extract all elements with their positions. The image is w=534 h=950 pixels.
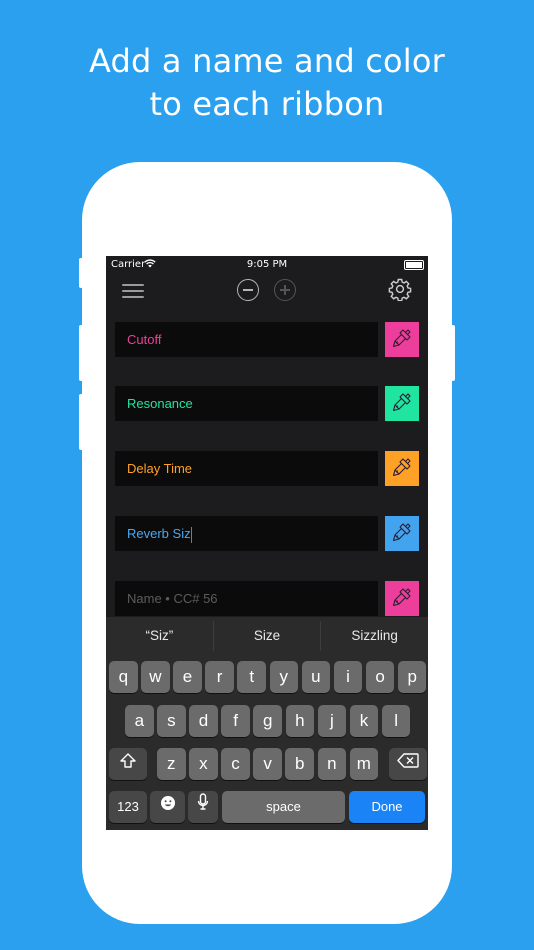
status-bar: Carrier 9:05 PM [106,256,428,274]
key-m[interactable]: m [349,748,379,780]
color-swatch-button[interactable] [385,386,419,421]
suggestion-bar: “Siz” Size Sizzling [106,617,428,655]
phone-mute-switch [79,258,83,288]
suggestion-item[interactable]: Size [214,617,321,655]
gear-icon[interactable] [388,277,412,302]
key-d[interactable]: d [189,705,218,737]
suggestion-item[interactable]: Sizzling [321,617,428,655]
key-w[interactable]: w [141,661,170,693]
toolbar [106,276,428,304]
key-p[interactable]: p [397,661,427,693]
emoji-key[interactable] [150,791,185,823]
key-x[interactable]: x [189,748,218,780]
microphone-key[interactable] [188,791,218,823]
hamburger-menu-icon[interactable] [122,280,144,300]
key-j[interactable]: j [317,705,347,737]
paint-brush-icon [390,585,414,613]
battery-icon [404,260,424,270]
key-y[interactable]: y [269,661,299,693]
color-swatch-button[interactable] [385,516,419,551]
status-time: 9:05 PM [246,259,288,270]
key-z[interactable]: z [157,748,186,780]
key-a[interactable]: a [125,705,154,737]
space-key[interactable]: space [222,791,345,823]
color-swatch-button[interactable] [385,322,419,357]
ribbon-row: Delay Time [115,451,419,486]
ribbon-row: Cutoff [115,322,419,357]
key-b[interactable]: b [285,748,314,780]
key-r[interactable]: r [205,661,234,693]
keyboard: “Siz” Size Sizzling qwertyuiop asdfghjkl z… [106,617,428,830]
key-c[interactable]: c [221,748,250,780]
key-h[interactable]: h [285,705,315,737]
app-screen: Carrier 9:05 PM Cutoff Resonance Delay T… [106,256,428,830]
ribbon-row: Name • CC# 56 [115,581,419,616]
text-cursor [190,526,193,543]
key-i[interactable]: i [333,661,363,693]
ribbon-name-input[interactable]: Delay Time [115,451,378,486]
key-q[interactable]: q [109,661,138,693]
backspace-key[interactable] [389,748,427,780]
minus-circle-icon[interactable] [237,279,259,301]
phone-power-button [451,325,455,381]
ribbon-row: Resonance [115,386,419,421]
paint-brush-icon [390,455,414,483]
numbers-key[interactable]: 123 [109,791,147,823]
ribbon-name-input[interactable]: Resonance [115,386,378,421]
phone-volume-down-button [79,394,83,450]
ribbon-row: Reverb Siz [115,516,419,551]
key-o[interactable]: o [365,661,395,693]
shift-key[interactable] [109,748,147,780]
key-t[interactable]: t [237,661,266,693]
color-swatch-button[interactable] [385,451,419,486]
headline-line-2: to each ribbon [149,85,385,123]
ribbon-name-input[interactable]: Cutoff [115,322,378,357]
key-u[interactable]: u [301,661,331,693]
headline: Add a name and color to each ribbon [0,40,534,126]
done-key[interactable]: Done [349,791,425,823]
ribbon-name-input[interactable]: Name • CC# 56 [115,581,378,616]
headline-line-1: Add a name and color [89,42,445,80]
color-swatch-button[interactable] [385,581,419,616]
phone-volume-up-button [79,325,83,381]
key-e[interactable]: e [173,661,202,693]
key-f[interactable]: f [221,705,250,737]
key-s[interactable]: s [157,705,186,737]
paint-brush-icon [390,520,414,548]
key-n[interactable]: n [317,748,347,780]
key-l[interactable]: l [381,705,411,737]
suggestion-item[interactable]: “Siz” [106,617,213,655]
key-k[interactable]: k [349,705,379,737]
paint-brush-icon [390,326,414,354]
plus-circle-icon[interactable] [274,279,296,301]
paint-brush-icon [390,390,414,418]
ribbon-name-input[interactable]: Reverb Siz [115,516,378,551]
key-g[interactable]: g [253,705,282,737]
key-v[interactable]: v [253,748,282,780]
